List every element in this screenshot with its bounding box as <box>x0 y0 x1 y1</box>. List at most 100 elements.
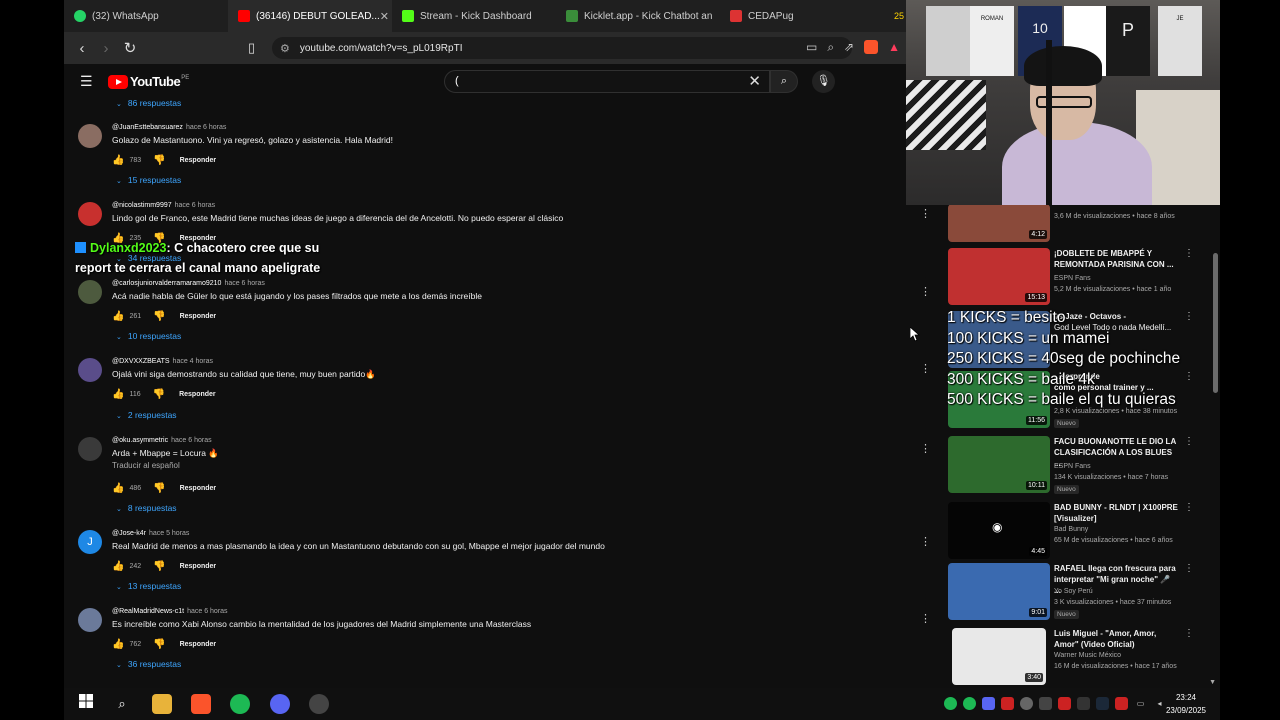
comment-author[interactable]: @DXVXXZBEATS <box>112 358 170 365</box>
network-icon[interactable]: ▭ <box>1134 697 1147 710</box>
video-item[interactable]: 10:11 FACU BUONANOTTE LE DIO LA CLASIFIC… <box>948 436 1218 496</box>
windows-start-icon[interactable] <box>76 694 96 714</box>
tray-app-icon[interactable] <box>1001 697 1014 710</box>
kebab-icon[interactable]: ⋮ <box>920 535 931 548</box>
replies-toggle[interactable]: ⌄ 15 respuestas <box>116 175 181 185</box>
kebab-icon[interactable]: ⋮ <box>920 362 931 375</box>
video-title[interactable]: Luis Miguel - "Amor, Amor, Amor" (Video … <box>1054 628 1179 650</box>
tab-youtube[interactable]: (36146) DEBUT GOLEAD... ✕ <box>228 0 392 32</box>
cast-icon[interactable]: ▭ <box>806 40 817 55</box>
kebab-icon[interactable]: ⋮ <box>920 442 931 455</box>
video-item[interactable]: 9:01 RAFAEL llega con frescura para inte… <box>948 563 1218 623</box>
video-title[interactable]: BAD BUNNY - RLNDT | X100PRE [Visualizer] <box>1054 502 1179 524</box>
video-thumbnail[interactable]: 9:01 <box>948 563 1050 620</box>
kebab-icon[interactable]: ⋮ <box>920 207 931 220</box>
comment-author[interactable]: @nicolastimm9997 <box>112 202 172 209</box>
like-icon[interactable]: 👍 <box>112 483 124 494</box>
video-item[interactable]: 3:40 Luis Miguel - "Amor, Amor, Amor" (V… <box>948 628 1218 686</box>
dislike-icon[interactable]: 👎 <box>153 483 165 494</box>
comment-author[interactable]: @carlosjuniorvalderramaramo9210 <box>112 280 221 287</box>
scrollbar-thumb[interactable] <box>1213 253 1218 393</box>
dislike-icon[interactable]: 👎 <box>153 389 165 400</box>
avatar[interactable] <box>78 358 102 382</box>
video-channel[interactable]: Warner Music México <box>1054 652 1121 659</box>
like-icon[interactable]: 👍 <box>112 639 124 650</box>
like-icon[interactable]: 👍 <box>112 311 124 322</box>
video-thumbnail[interactable]: 4:12 <box>948 205 1050 242</box>
clear-search-icon[interactable]: ✕ <box>748 71 761 92</box>
reply-button[interactable]: Responder <box>180 313 217 320</box>
share-icon[interactable]: ⇗ <box>844 40 854 55</box>
kebab-icon[interactable]: ⋮ <box>1184 436 1194 447</box>
brave-rewards-icon[interactable]: ▲ <box>888 40 900 55</box>
tab-kick-dashboard[interactable]: Stream - Kick Dashboard <box>392 0 556 32</box>
reply-button[interactable]: Responder <box>180 157 217 164</box>
tray-app-icon[interactable] <box>1020 697 1033 710</box>
like-icon[interactable]: 👍 <box>112 389 124 400</box>
search-input[interactable]: ( ✕ <box>444 70 770 93</box>
replies-toggle[interactable]: ⌄ 2 respuestas <box>116 410 177 420</box>
avatar[interactable] <box>78 202 102 226</box>
comment-time[interactable]: hace 5 horas <box>149 530 189 537</box>
bookmark-icon[interactable]: ▯ <box>248 40 255 56</box>
comment-time[interactable]: hace 4 horas <box>173 358 213 365</box>
kebab-icon[interactable]: ⋮ <box>920 612 931 625</box>
reply-button[interactable]: Responder <box>179 391 216 398</box>
avatar[interactable] <box>78 124 102 148</box>
discord-tray-icon[interactable] <box>982 697 995 710</box>
avatar[interactable]: J <box>78 530 102 554</box>
tray-app-icon[interactable] <box>1058 697 1071 710</box>
video-thumbnail[interactable]: 3:40 <box>952 628 1046 685</box>
youtube-logo[interactable]: YouTube PE <box>108 74 189 89</box>
replies-toggle[interactable]: ⌄ 10 respuestas <box>116 331 181 341</box>
video-title[interactable]: ¡DOBLETE DE MBAPPÉ Y REMONTADA PARISINA … <box>1054 248 1179 270</box>
avatar[interactable] <box>78 437 102 461</box>
replies-toggle[interactable]: ⌄ 8 respuestas <box>116 503 177 513</box>
video-item[interactable]: 15:13 ¡DOBLETE DE MBAPPÉ Y REMONTADA PAR… <box>948 248 1218 308</box>
spotify-tray-icon[interactable] <box>963 697 976 710</box>
video-item[interactable]: ◉ 4:45 BAD BUNNY - RLNDT | X100PRE [Visua… <box>948 502 1218 562</box>
reply-button[interactable]: Responder <box>180 485 217 492</box>
tab-whatsapp[interactable]: (32) WhatsApp <box>64 0 228 32</box>
language-icon[interactable] <box>1077 697 1090 710</box>
forward-icon[interactable]: › <box>94 40 118 57</box>
video-channel[interactable]: ESPN Fans <box>1054 463 1091 470</box>
comment-author[interactable]: @Jose-k4r <box>112 530 146 537</box>
comment-time[interactable]: hace 6 horas <box>187 608 227 615</box>
search-icon[interactable]: ⌕ <box>112 694 132 714</box>
reload-icon[interactable]: ↻ <box>118 39 142 57</box>
tray-app-icon[interactable] <box>1039 697 1052 710</box>
replies-toggle[interactable]: ⌄ 13 respuestas <box>116 581 181 591</box>
avatar[interactable] <box>78 608 102 632</box>
spotify-icon[interactable] <box>230 694 250 714</box>
reply-button[interactable]: Responder <box>180 641 217 648</box>
voice-search-button[interactable]: 🎙 <box>812 70 835 93</box>
comment-author[interactable]: @RealMadridNews-c1t <box>112 608 184 615</box>
close-tab-icon[interactable]: ✕ <box>380 10 389 23</box>
video-thumbnail[interactable]: 10:11 <box>948 436 1050 493</box>
comment-time[interactable]: hace 6 horas <box>224 280 264 287</box>
kebab-icon[interactable]: ⋮ <box>920 285 931 298</box>
zoom-icon[interactable]: ⌕ <box>827 40 834 55</box>
dislike-icon[interactable]: 👎 <box>153 561 165 572</box>
kebab-icon[interactable]: ⋮ <box>1184 563 1194 574</box>
dislike-icon[interactable]: 👎 <box>153 639 165 650</box>
comment-time[interactable]: hace 6 horas <box>186 124 226 131</box>
brave-browser-icon[interactable] <box>191 694 211 714</box>
scroll-down-arrow-icon[interactable]: ▼ <box>1209 679 1216 686</box>
like-icon[interactable]: 👍 <box>112 561 124 572</box>
video-thumbnail[interactable]: ◉ 4:45 <box>948 502 1050 559</box>
tray-app-icon[interactable] <box>1115 697 1128 710</box>
avatar[interactable] <box>78 280 102 304</box>
brave-shields-icon[interactable] <box>864 40 879 54</box>
video-thumbnail[interactable]: 15:13 <box>948 248 1050 305</box>
replies-toggle[interactable]: ⌄ 36 respuestas <box>116 659 181 669</box>
video-channel[interactable]: ESPN Fans <box>1054 275 1091 282</box>
comment-author[interactable]: @JuanEsttebansuarez <box>112 124 183 131</box>
obs-icon[interactable] <box>309 694 329 714</box>
kebab-icon[interactable]: ⋮ <box>1184 371 1194 382</box>
like-icon[interactable]: 👍 <box>112 155 124 166</box>
tab-kicklet[interactable]: Kicklet.app - Kick Chatbot an <box>556 0 720 32</box>
comment-time[interactable]: hace 6 horas <box>175 202 215 209</box>
kebab-icon[interactable]: ⋮ <box>1184 311 1194 322</box>
